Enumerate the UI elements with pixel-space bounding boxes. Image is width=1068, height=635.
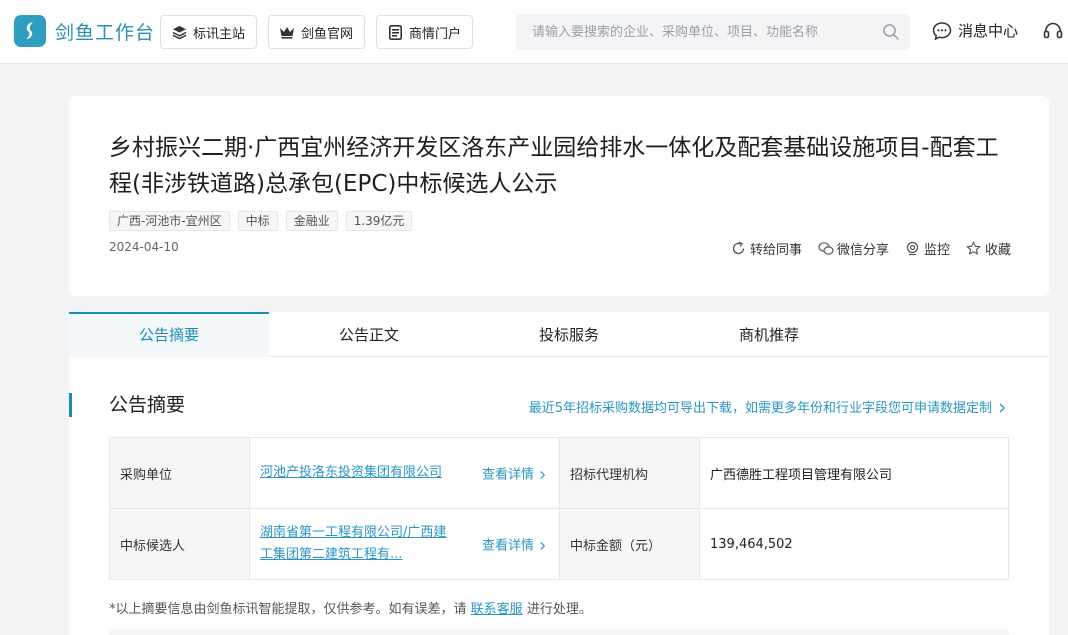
chevron-right-icon xyxy=(538,540,547,551)
brand-name: 剑鱼工作台 xyxy=(55,21,156,44)
tag-region: 广西-河池市-宜州区 xyxy=(109,211,230,231)
message-center-label: 消息中心 xyxy=(958,22,1019,40)
nav-button-official-site[interactable]: 剑鱼官网 xyxy=(268,15,366,49)
notice-header-card: 乡村振兴二期·广西宜州经济开发区洛东产业园给排水一体化及配套基础设施项目-配套工… xyxy=(69,96,1049,296)
share-forward-icon xyxy=(731,241,746,256)
wechat-icon xyxy=(818,241,834,256)
global-search xyxy=(516,14,910,50)
next-section-strip xyxy=(109,629,1009,635)
table-row: 采购单位 河池产投洛东投资集团有限公司 查看详情 招标代理机构 广西德胜工程项目… xyxy=(109,437,1009,509)
layers-icon xyxy=(171,24,187,40)
tag-type: 中标 xyxy=(237,211,278,231)
notice-tags: 广西-河池市-宜州区 中标 金融业 1.39亿元 xyxy=(109,211,420,231)
purchaser-cell: 河池产投洛东投资集团有限公司 查看详情 xyxy=(249,437,560,509)
crown-icon xyxy=(279,24,295,40)
summary-section: 公告摘要 最近5年招标采购数据均可导出下载，如需更多年份和行业字段您可申请数据定… xyxy=(69,357,1049,635)
nav-label: 标讯主站 xyxy=(193,26,246,42)
search-icon[interactable] xyxy=(882,23,900,41)
purchaser-detail-button[interactable]: 查看详情 xyxy=(482,464,547,483)
chevron-right-icon xyxy=(538,469,547,480)
note-suffix: 进行处理。 xyxy=(526,602,592,617)
notice-title: 乡村振兴二期·广西宜州经济开发区洛东产业园给排水一体化及配套基础设施项目-配套工… xyxy=(109,135,999,197)
candidate-detail-button[interactable]: 查看详情 xyxy=(482,535,547,554)
nav-label: 剑鱼官网 xyxy=(301,26,354,42)
detail-label: 查看详情 xyxy=(481,467,534,483)
notice-actions: 转给同事 微信分享 监控 收藏 xyxy=(715,239,1011,258)
wechat-share-button[interactable]: 微信分享 xyxy=(818,239,889,258)
contact-support-link[interactable]: 联系客服 xyxy=(471,602,523,617)
disclaimer-note: *以上摘要信息由剑鱼标讯智能提取，仅供参考。如有误差，请 联系客服 进行处理。 xyxy=(109,598,592,617)
data-export-link-label: 最近5年招标采购数据均可导出下载，如需更多年份和行业字段您可申请数据定制 xyxy=(528,401,992,416)
tab-bidding-service[interactable]: 投标服务 xyxy=(469,312,669,357)
tab-full-text[interactable]: 公告正文 xyxy=(269,312,469,357)
action-label: 收藏 xyxy=(984,243,1011,258)
detail-label: 查看详情 xyxy=(481,538,534,554)
data-export-link[interactable]: 最近5年招标采购数据均可导出下载，如需更多年份和行业字段您可申请数据定制 xyxy=(529,397,1007,416)
action-label: 转给同事 xyxy=(749,243,802,258)
chevron-right-icon xyxy=(997,402,1007,412)
document-icon xyxy=(387,24,403,40)
forward-to-colleague-button[interactable]: 转给同事 xyxy=(731,239,802,258)
note-prefix: *以上摘要信息由剑鱼标讯智能提取，仅供参考。如有误差，请 xyxy=(109,602,467,617)
swordfish-logo-icon xyxy=(14,15,46,47)
notice-tabs: 公告摘要 公告正文 投标服务 商机推荐 xyxy=(69,312,1049,357)
table-row: 中标候选人 湖南省第一工程有限公司/广西建工集团第二建筑工程有... 查看详情 … xyxy=(109,508,1009,580)
summary-table: 采购单位 河池产投洛东投资集团有限公司 查看详情 招标代理机构 广西德胜工程项目… xyxy=(109,437,1009,580)
nav-button-business-portal[interactable]: 商情门户 xyxy=(376,15,474,49)
winning-amount-value: 139,464,502 xyxy=(699,508,1009,580)
nav-label: 商情门户 xyxy=(409,26,462,42)
agency-value: 广西德胜工程项目管理有限公司 xyxy=(699,437,1009,509)
winning-candidate-link[interactable]: 湖南省第一工程有限公司/广西建工集团第二建筑工程有... xyxy=(260,522,450,566)
section-title: 公告摘要 xyxy=(109,394,186,416)
top-bar: 剑鱼工作台 标讯主站 剑鱼官网 商情门户 消息中心 xyxy=(0,0,1068,64)
winning-candidate-cell: 湖南省第一工程有限公司/广西建工集团第二建筑工程有... 查看详情 xyxy=(249,508,560,580)
star-icon xyxy=(966,241,981,256)
tag-industry: 金融业 xyxy=(285,211,338,231)
tab-opportunity-recommend[interactable]: 商机推荐 xyxy=(669,312,869,357)
action-label: 微信分享 xyxy=(836,243,889,258)
section-accent-bar xyxy=(69,393,72,417)
message-center-button[interactable]: 消息中心 xyxy=(932,20,1018,41)
action-label: 监控 xyxy=(923,243,950,258)
headset-support-icon[interactable] xyxy=(1042,20,1064,42)
purchaser-label: 采购单位 xyxy=(109,437,250,509)
favorite-button[interactable]: 收藏 xyxy=(966,239,1011,258)
agency-label: 招标代理机构 xyxy=(559,437,700,509)
nav-button-bidding-site[interactable]: 标讯主站 xyxy=(160,15,258,49)
purchaser-link[interactable]: 河池产投洛东投资集团有限公司 xyxy=(260,462,450,484)
monitor-camera-icon xyxy=(905,241,920,256)
winning-amount-label: 中标金额（元） xyxy=(559,508,700,580)
publish-date: 2024-04-10 xyxy=(109,240,179,254)
chat-bubble-icon xyxy=(932,21,952,41)
winning-candidate-label: 中标候选人 xyxy=(109,508,250,580)
tab-summary[interactable]: 公告摘要 xyxy=(69,312,269,357)
search-input[interactable] xyxy=(516,14,866,50)
brand-logo[interactable]: 剑鱼工作台 xyxy=(14,15,155,47)
monitor-button[interactable]: 监控 xyxy=(905,239,950,258)
tag-amount: 1.39亿元 xyxy=(345,211,413,231)
